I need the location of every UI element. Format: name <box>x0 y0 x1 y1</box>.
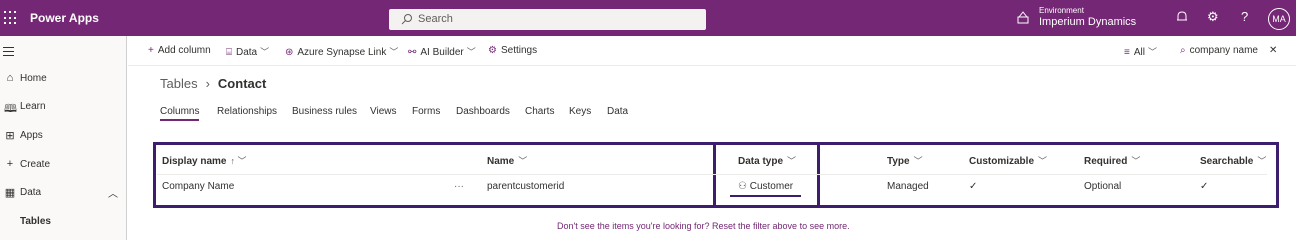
chevron-down-icon: ﹀ <box>389 47 399 57</box>
clear-search-icon[interactable]: ✕ <box>1269 45 1277 56</box>
search-icon <box>401 14 412 25</box>
ai-builder-button[interactable]: ⚯ AI Builder ﹀ <box>408 45 476 58</box>
column-header-data-type[interactable]: Data type ﹀ <box>738 154 796 167</box>
tab-views[interactable]: Views <box>370 106 397 117</box>
cell-data-type: ⚇ Customer <box>738 181 794 192</box>
table-icon: ▦ <box>4 187 16 199</box>
chevron-right-icon: › <box>205 76 210 91</box>
chevron-down-icon: ﹀ <box>518 156 528 166</box>
gear-icon[interactable]: ⚙ <box>1207 10 1219 24</box>
add-column-button[interactable]: + Add column <box>148 45 211 56</box>
data-type-column-highlight <box>713 142 820 208</box>
app-title[interactable]: Power Apps <box>30 11 99 25</box>
chevron-down-icon: ﹀ <box>1147 47 1157 57</box>
avatar[interactable]: MA <box>1268 8 1290 30</box>
hamburger-icon[interactable] <box>3 47 14 59</box>
cell-name: parentcustomerid <box>487 181 565 192</box>
tab-keys[interactable]: Keys <box>569 106 591 117</box>
breadcrumb-tables-link[interactable]: Tables <box>160 76 198 91</box>
breadcrumb: Tables › Contact <box>160 76 266 91</box>
column-header-name[interactable]: Name ﹀ <box>487 154 527 167</box>
home-icon: ⌂ <box>6 72 14 84</box>
sidebar-item-learn[interactable]: 🕮 Learn <box>0 96 126 118</box>
chevron-down-icon: ﹀ <box>1038 156 1048 166</box>
search-icon: ⌕ <box>1180 45 1186 56</box>
tab-dashboards[interactable]: Dashboards <box>456 106 510 117</box>
cell-type: Managed <box>887 181 929 192</box>
sidebar-item-create[interactable]: + Create <box>0 154 126 176</box>
sidebar-item-tables[interactable]: Tables <box>0 211 126 233</box>
customizable-check-icon: ✓ <box>969 181 978 192</box>
environment-icon <box>1017 11 1029 24</box>
plus-icon: + <box>148 45 154 56</box>
tab-forms[interactable]: Forms <box>412 106 440 117</box>
help-icon[interactable]: ? <box>1241 10 1248 24</box>
filter-icon: ≡ <box>1124 47 1130 58</box>
data-type-underline <box>730 195 801 197</box>
chevron-down-icon: ﹀ <box>466 47 476 57</box>
ai-builder-icon: ⚯ <box>408 47 417 58</box>
chevron-down-icon: ﹀ <box>913 156 923 166</box>
book-icon: 🕮 <box>4 103 17 115</box>
table-search-input[interactable]: ⌕ company name <box>1180 45 1258 56</box>
database-icon: ⌸ <box>226 47 232 58</box>
command-bar: + Add column ⌸ Data ﹀ ⊛ Azure Synapse Link ﹀ … <box>128 36 1296 66</box>
column-header-customizable[interactable]: Customizable ﹀ <box>969 154 1047 167</box>
column-header-searchable[interactable]: Searchable ﹀ <box>1200 154 1266 167</box>
link-icon: ⊛ <box>285 47 294 58</box>
filter-all-button[interactable]: ≡ All ﹀ <box>1124 45 1157 58</box>
column-header-display-name[interactable]: Display name ↑ ﹀ <box>162 154 247 167</box>
searchable-check-icon: ✓ <box>1200 181 1209 192</box>
page-title: Contact <box>217 76 267 91</box>
environment-label: Environment <box>1039 6 1084 15</box>
sidebar-item-apps[interactable]: ⊞ Apps <box>0 125 126 147</box>
more-options-icon[interactable]: ··· <box>454 181 464 192</box>
chevron-down-icon: ﹀ <box>1131 156 1141 166</box>
tab-data[interactable]: Data <box>607 106 628 117</box>
tab-charts[interactable]: Charts <box>525 106 554 117</box>
chevron-down-icon: ﹀ <box>1257 156 1267 166</box>
top-bar: Power Apps Search Environment Imperium D… <box>0 0 1296 36</box>
chevron-down-icon: ﹀ <box>787 156 797 166</box>
settings-button[interactable]: ⚙ Settings <box>488 45 537 56</box>
sidebar: ⌂ Home 🕮 Learn ⊞ Apps + Create ▦ Data ︿ … <box>0 36 127 240</box>
plus-icon: + <box>6 158 14 170</box>
bell-icon[interactable] <box>1176 10 1188 24</box>
data-menu-button[interactable]: ⌸ Data ﹀ <box>226 45 269 58</box>
row-divider <box>157 174 1267 175</box>
cell-display-name[interactable]: Company Name <box>162 181 234 192</box>
chevron-up-icon[interactable]: ︿ <box>108 185 118 200</box>
apps-icon: ⊞ <box>5 130 15 142</box>
person-icon: ⚇ <box>738 181 747 192</box>
gear-icon: ⚙ <box>488 45 497 56</box>
sort-ascending-icon: ↑ ﹀ <box>230 156 247 166</box>
global-search-input[interactable]: Search <box>389 9 706 30</box>
chevron-down-icon: ﹀ <box>260 47 270 57</box>
sidebar-item-home[interactable]: ⌂ Home <box>0 68 126 90</box>
search-placeholder: Search <box>418 13 453 25</box>
filter-hint-message: Don't see the items you're looking for? … <box>557 221 850 231</box>
azure-synapse-link-button[interactable]: ⊛ Azure Synapse Link ﹀ <box>285 45 398 58</box>
cell-required: Optional <box>1084 181 1122 192</box>
environment-name[interactable]: Imperium Dynamics <box>1039 16 1136 28</box>
tab-columns[interactable]: Columns <box>160 106 200 121</box>
tab-relationships[interactable]: Relationships <box>217 106 277 117</box>
column-header-type[interactable]: Type ﹀ <box>887 154 923 167</box>
app-launcher-icon[interactable] <box>4 11 18 25</box>
sidebar-item-data[interactable]: ▦ Data ︿ <box>0 182 126 204</box>
column-header-required[interactable]: Required ﹀ <box>1084 154 1140 167</box>
tab-business-rules[interactable]: Business rules <box>292 106 357 117</box>
